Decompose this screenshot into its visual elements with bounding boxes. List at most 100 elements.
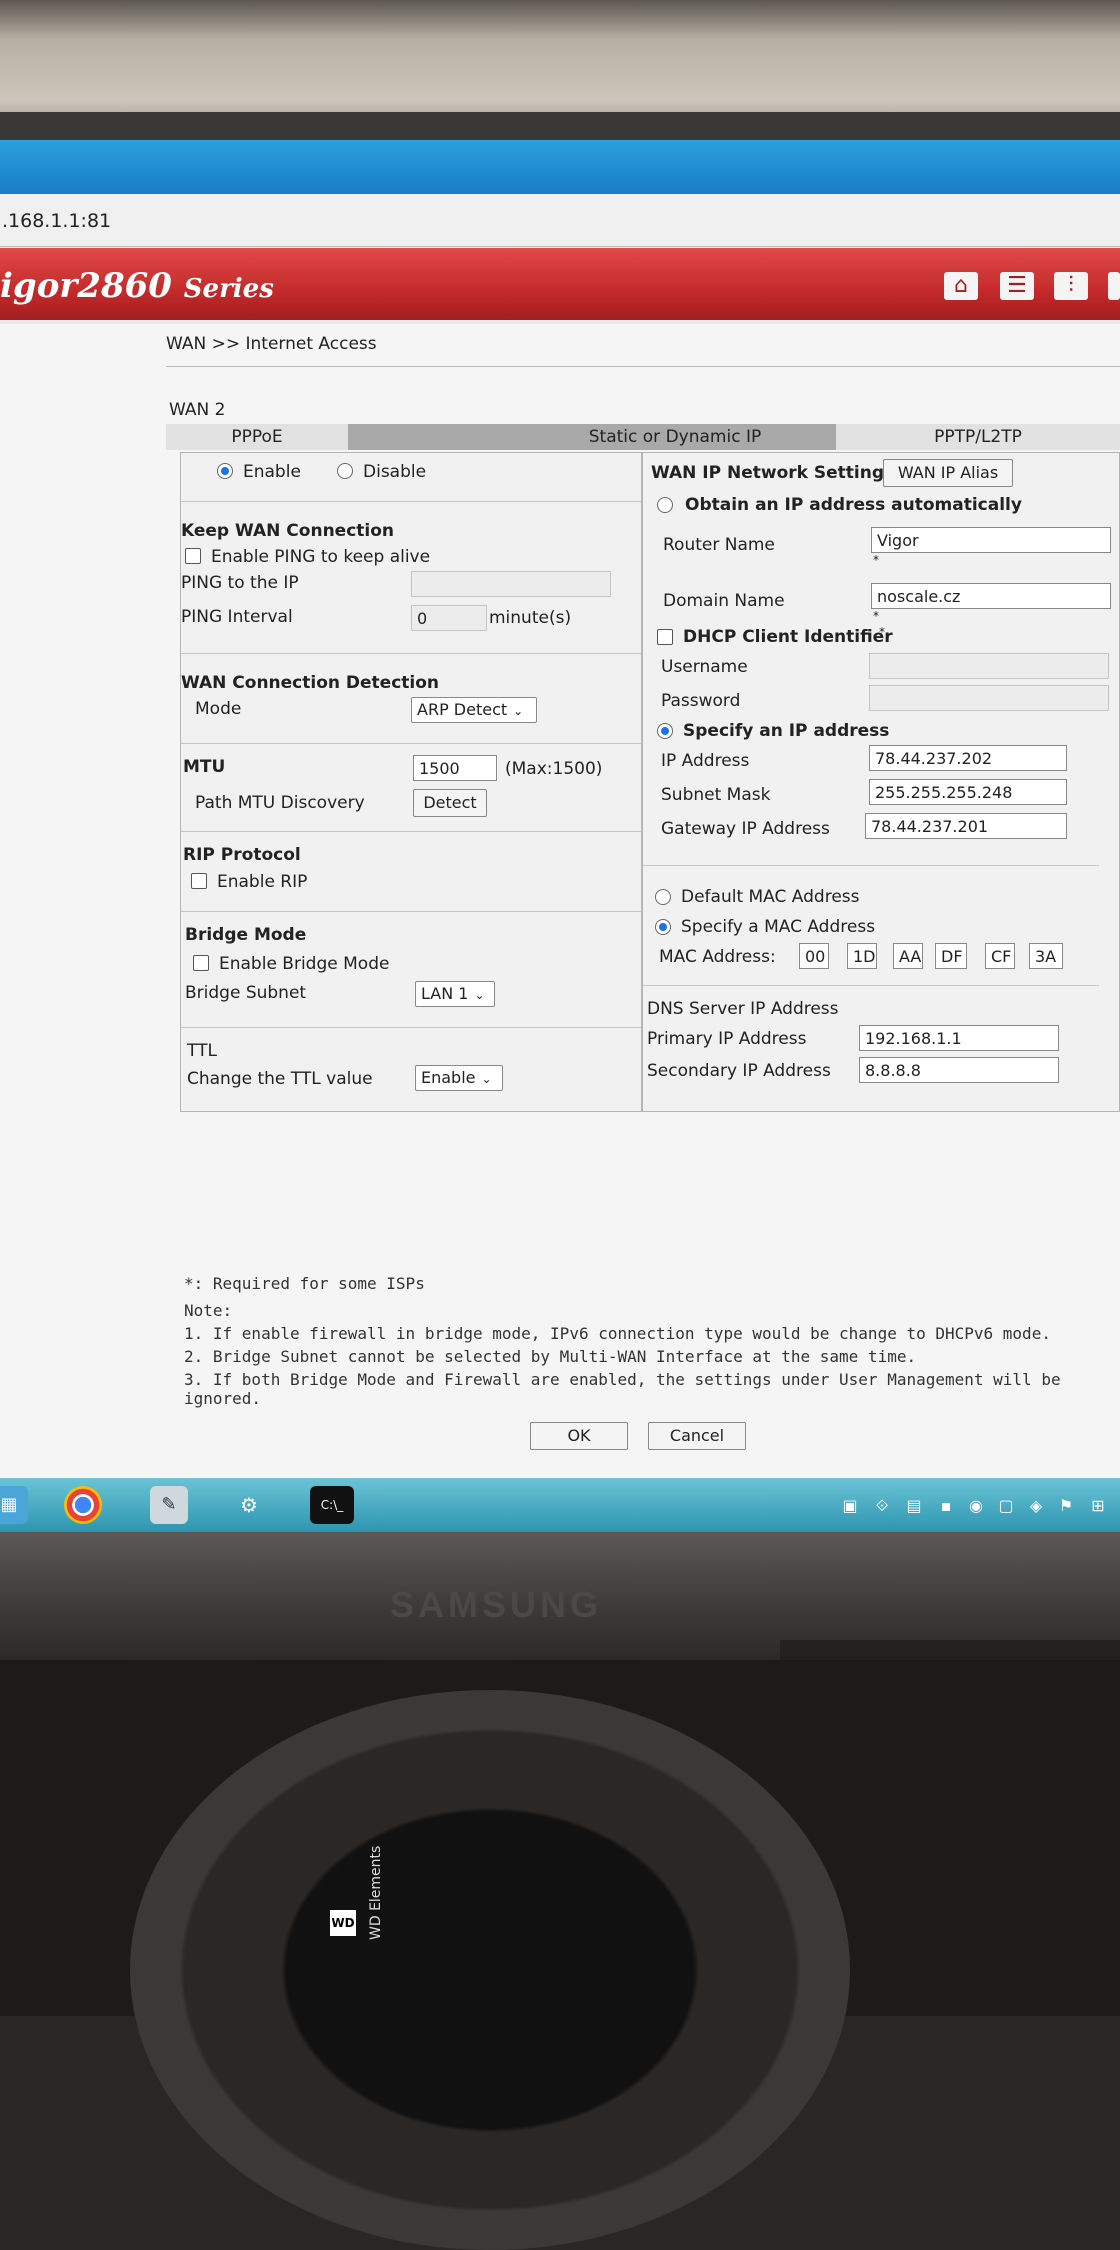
obtain-auto-radio[interactable] [657,497,673,513]
ip-address-label: IP Address [661,751,750,771]
mac-octet-3[interactable]: AA [893,943,923,969]
username-label: Username [661,657,748,677]
router-header: igor2860 Series ⌂ ☰ ⫶ [0,248,1120,320]
chevron-down-icon: ⌄ [474,988,485,1002]
mtu-title: MTU [183,757,226,777]
divider [181,911,641,912]
terminal-icon[interactable]: C:\_ [310,1486,354,1524]
required-note: *: Required for some ISPs [184,1274,425,1293]
start-icon[interactable]: ▦ [0,1486,28,1524]
mac-octet-1[interactable]: 00 [799,943,829,969]
note-line-2: 2. Bridge Subnet cannot be selected by M… [184,1347,917,1366]
password-label: Password [661,691,741,711]
detection-mode-value: ARP Detect [417,700,508,719]
flag-icon[interactable]: ⚑ [1056,1496,1076,1516]
ttl-change-select[interactable]: Enable ⌄ [415,1065,503,1091]
mtu-max-label: (Max:1500) [505,759,603,779]
detect-button[interactable]: Detect [413,789,487,817]
main-content: WAN >> Internet Access WAN 2 PPPoE Stati… [0,324,1120,1484]
bridge-subnet-value: LAN 1 [421,984,469,1003]
ttl-title: TTL [187,1041,217,1061]
dhcp-client-id-label: DHCP Client Identifier [683,627,893,647]
cancel-button[interactable]: Cancel [648,1422,746,1450]
wd-drive-label: WD Elements [368,1845,384,1940]
wan-ip-alias-button[interactable]: WAN IP Alias [883,459,1013,487]
mac-octet-5[interactable]: CF [985,943,1015,969]
enable-rip-checkbox[interactable] [191,873,207,889]
tray-icon-3[interactable]: ▤ [904,1496,924,1516]
url-text[interactable]: .168.1.1:81 [2,210,111,232]
gateway-label: Gateway IP Address [661,819,830,839]
tray-icon-1[interactable]: ▣ [840,1496,860,1516]
ping-ip-input[interactable] [411,571,611,597]
browser-title-bar [0,140,1120,194]
tab-pptp-l2tp[interactable]: PPTP/L2TP [836,424,1120,450]
ping-ip-label: PING to the IP [181,573,299,593]
enable-label: Enable [243,462,301,482]
dns-title: DNS Server IP Address [647,999,839,1019]
enable-radio[interactable] [217,463,233,479]
subnet-mask-label: Subnet Mask [661,785,771,805]
primary-dns-label: Primary IP Address [647,1029,807,1049]
ip-address-input[interactable]: 78.44.237.202 [869,745,1067,771]
secondary-dns-input[interactable]: 8.8.8.8 [859,1057,1059,1083]
ping-interval-input[interactable]: 0 [411,605,487,631]
detection-mode-select[interactable]: ARP Detect ⌄ [411,697,537,723]
specify-ip-radio[interactable] [657,723,673,739]
bridge-subnet-select[interactable]: LAN 1 ⌄ [415,981,495,1007]
tray-icon-2[interactable]: ⟐ [872,1496,892,1516]
tray-icon-8[interactable]: ⊞ [1088,1496,1108,1516]
disable-radio[interactable] [337,463,353,479]
mac-octet-6[interactable]: 3A [1029,943,1063,969]
bridge-subnet-label: Bridge Subnet [185,983,307,1003]
menu-list-icon[interactable]: ☰ [1000,272,1034,300]
browser-address-bar[interactable]: .168.1.1:81 [0,194,1120,247]
more-icon[interactable] [1108,272,1120,300]
mtu-input[interactable]: 1500 [413,755,497,781]
ok-button[interactable]: OK [530,1422,628,1450]
monitor-brand: SAMSUNG [390,1584,603,1625]
connection-tabs: PPPoE Static or Dynamic IP PPTP/L2TP [166,424,1120,450]
settings-sliders-icon[interactable]: ⫶ [1054,272,1088,300]
mac-octet-2[interactable]: 1D [847,943,877,969]
username-input[interactable] [869,653,1109,679]
monitor-stand-base [130,1690,850,2250]
default-mac-label: Default MAC Address [681,887,860,907]
wan-ip-settings-title: WAN IP Network Settings [651,463,895,483]
chrome-icon[interactable] [64,1486,102,1524]
specify-mac-radio[interactable] [655,919,671,935]
home-icon[interactable]: ⌂ [944,272,978,300]
tray-icon-5[interactable]: ◉ [966,1496,986,1516]
gateway-input[interactable]: 78.44.237.201 [865,813,1067,839]
domain-name-required: * [873,609,879,623]
enable-ping-checkbox[interactable] [185,548,201,564]
router-name-required: * [873,553,879,567]
domain-name-input[interactable]: noscale.cz [871,583,1111,609]
divider [181,653,641,654]
monitor-screen: .168.1.1:81 igor2860 Series ⌂ ☰ ⫶ WAN >>… [0,140,1120,1532]
enable-bridge-checkbox[interactable] [193,955,209,971]
keep-wan-title: Keep WAN Connection [181,521,395,541]
left-settings-panel: Enable Disable Keep WAN Connection Enabl… [180,452,642,1112]
notepad-icon[interactable]: ✎ [150,1486,188,1524]
dhcp-client-id-required: * [879,625,885,639]
divider [181,1027,641,1028]
mac-octet-4[interactable]: DF [935,943,967,969]
dhcp-client-id-checkbox[interactable] [657,629,673,645]
tab-pppoe[interactable]: PPPoE [166,424,348,450]
router-brand: igor2860 Series [0,266,274,306]
notes-block: *: Required for some ISPs Note: 1. If en… [184,1274,1120,1408]
subnet-mask-input[interactable]: 255.255.255.248 [869,779,1067,805]
router-name-input[interactable]: Vigor [871,527,1111,553]
network-icon[interactable]: ⚙ [230,1486,268,1524]
default-mac-radio[interactable] [655,889,671,905]
monitor-bezel: SAMSUNG [0,1532,1120,1660]
primary-dns-input[interactable]: 192.168.1.1 [859,1025,1059,1051]
tray-icon-6[interactable]: ▢ [996,1496,1016,1516]
divider [643,985,1099,986]
note-heading: Note: [184,1301,233,1320]
tray-icon-7[interactable]: ◈ [1026,1496,1046,1516]
password-input[interactable] [869,685,1109,711]
tray-icon-4[interactable]: ▪ [936,1496,956,1516]
breadcrumb-divider [166,366,1120,367]
